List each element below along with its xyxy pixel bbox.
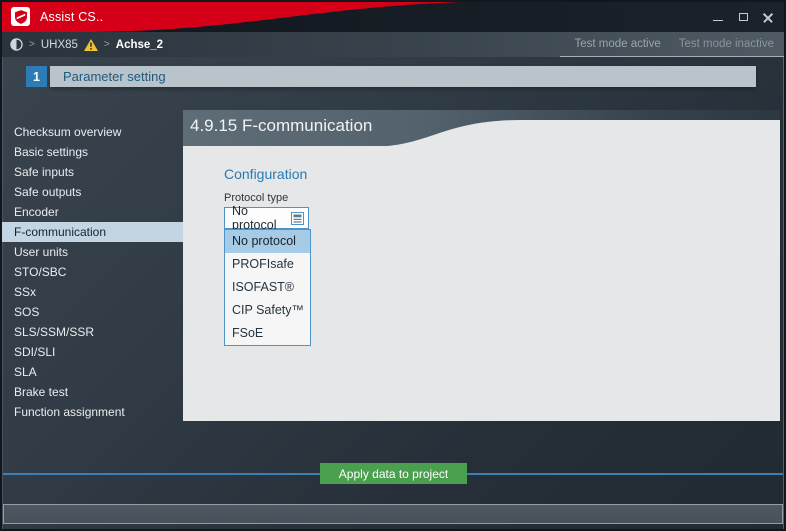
status-bar (3, 504, 783, 524)
device-icon (10, 38, 23, 51)
breadcrumb: > UHX85 > Achse_2 (10, 32, 163, 57)
sidebar-item-safe-outputs[interactable]: Safe outputs (2, 182, 183, 202)
dropdown-option-profisafe[interactable]: PROFIsafe (225, 253, 310, 276)
dropdown-list-icon (291, 212, 304, 225)
dropdown-value: No protocol (232, 204, 291, 232)
test-mode-inactive-button[interactable]: Test mode inactive (679, 38, 774, 50)
test-mode-switch: Test mode active Test mode inactive (560, 32, 784, 57)
sidebar-item-user-units[interactable]: User units (2, 242, 183, 262)
dropdown-option-no-protocol[interactable]: No protocol (225, 230, 310, 253)
window-controls (712, 2, 774, 32)
breadcrumb-item-device[interactable]: UHX85 (41, 39, 78, 51)
step-label-bar[interactable]: Parameter setting (50, 66, 756, 87)
chevron-right-icon: > (29, 39, 35, 50)
step-number-badge: 1 (26, 66, 47, 87)
sidebar-item-f-communication[interactable]: F-communication (2, 222, 183, 242)
dropdown-option-fsoe[interactable]: FSoE (225, 322, 310, 345)
protocol-dropdown-list: No protocol PROFIsafe ISOFAST® CIP Safet… (224, 229, 311, 346)
sidebar-item-brake-test[interactable]: Brake test (2, 382, 183, 402)
sidebar-item-safe-inputs[interactable]: Safe inputs (2, 162, 183, 182)
test-mode-active-button[interactable]: Test mode active (574, 38, 660, 50)
sidebar-item-sdi-sli[interactable]: SDI/SLI (2, 342, 183, 362)
sidebar-item-sos[interactable]: SOS (2, 302, 183, 322)
protocol-type-dropdown[interactable]: No protocol (224, 207, 309, 229)
dropdown-option-cip-safety[interactable]: CIP Safety™ (225, 299, 310, 322)
breadcrumb-item-axis[interactable]: Achse_2 (116, 39, 163, 51)
apply-data-button[interactable]: Apply data to project (320, 463, 467, 484)
minimize-button[interactable] (712, 11, 724, 23)
sidebar-item-checksum-overview[interactable]: Checksum overview (2, 122, 183, 142)
sidebar-item-sls-ssm-ssr[interactable]: SLS/SSM/SSR (2, 322, 183, 342)
configuration-heading: Configuration (224, 166, 307, 182)
sidebar-item-ssx[interactable]: SSx (2, 282, 183, 302)
sidebar-item-sto-sbc[interactable]: STO/SBC (2, 262, 183, 282)
minimize-icon (713, 20, 723, 22)
close-icon (763, 12, 773, 22)
warning-icon (84, 39, 98, 51)
sidebar-item-encoder[interactable]: Encoder (2, 202, 183, 222)
maximize-icon (739, 13, 748, 21)
page-title: 4.9.15 F-communication (190, 116, 372, 136)
chevron-right-icon: > (104, 39, 110, 50)
maximize-button[interactable] (737, 11, 749, 23)
shield-icon (11, 7, 30, 26)
sidebar-nav: Checksum overview Basic settings Safe in… (2, 122, 183, 422)
breadcrumb-bar: > UHX85 > Achse_2 Test mode active Test … (2, 32, 784, 57)
dropdown-option-isofast[interactable]: ISOFAST® (225, 276, 310, 299)
window-title: Assist CS.. (40, 2, 103, 32)
protocol-type-label: Protocol type (224, 192, 288, 204)
app-window: Assist CS.. > UHX85 (0, 0, 786, 531)
close-button[interactable] (762, 11, 774, 23)
sidebar-item-function-assignment[interactable]: Function assignment (2, 402, 183, 422)
title-bar: Assist CS.. (2, 2, 784, 32)
sidebar-item-basic-settings[interactable]: Basic settings (2, 142, 183, 162)
sidebar-item-sla[interactable]: SLA (2, 362, 183, 382)
